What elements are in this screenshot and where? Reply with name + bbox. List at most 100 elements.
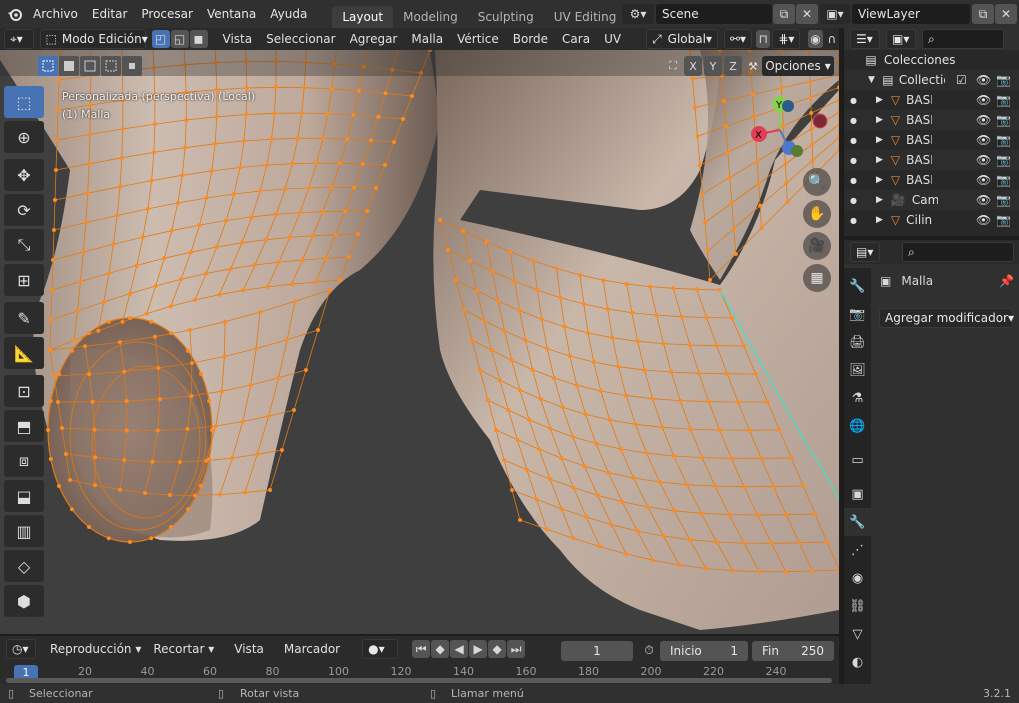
camera-render-icon[interactable]: 📷 [996,193,1011,207]
falloff-curve-icon[interactable]: ∩ [825,30,839,48]
measure-tool-icon[interactable]: 📐 [4,337,44,369]
eye-icon[interactable]: 👁 [976,133,991,147]
particles-tab-icon[interactable]: ⋰ [844,536,871,564]
mirror-z-button[interactable]: Z [724,56,742,76]
output-tab-icon[interactable]: 🖨 [844,328,871,356]
outliner-collection[interactable]: ▼ ▤ Collectio ☑ 👁 📷 [844,70,1019,90]
pivot-dropdown[interactable]: ⚯▾ [723,29,753,49]
orientation-dropdown[interactable]: ⤢ Global ▾ [646,29,718,49]
visibility-dot-icon[interactable]: ● [850,216,876,225]
material-tab-icon[interactable]: ◐ [844,648,871,676]
timeline-ruler[interactable]: 1 20 40 60 80 100 120 140 160 180 200 220 240 [0,662,839,684]
blender-logo-icon[interactable] [4,0,26,28]
vertex-select-icon[interactable]: ◰ [151,30,170,48]
menu-malla[interactable]: Malla [404,32,450,46]
menu-timeline-vista[interactable]: Vista [228,642,270,656]
camera-render-icon[interactable]: 📷 [996,153,1011,167]
menu-reproduccion[interactable]: Reproducción ▾ [44,642,147,656]
tab-sculpting[interactable]: Sculpting [468,6,544,28]
outliner-object[interactable]: ● ▶ 🎥 Cam 👁 📷 [844,190,1019,210]
delete-scene-icon[interactable]: ✕ [796,4,818,24]
transform-tool-icon[interactable]: ⊞ [4,264,44,296]
menu-seleccionar[interactable]: Seleccionar [259,32,342,46]
camera-render-icon[interactable]: 📷 [996,213,1011,227]
eye-icon[interactable]: 👁 [976,173,991,187]
knife-tool-icon[interactable]: ◇ [4,550,44,582]
mirror-options-icon[interactable]: ⛶ [664,56,682,76]
next-keyframe-icon[interactable]: ◆ [488,640,507,658]
menu-uv[interactable]: UV [597,32,628,46]
collection-tab-icon[interactable]: ▭ [844,446,871,474]
scene-name-field[interactable]: Scene [656,4,772,24]
view-layer-tab-icon[interactable]: 🖼 [844,356,871,384]
wrench-icon[interactable]: ⚒ [744,56,762,76]
autokey-dropdown[interactable]: ●▾ [362,639,399,659]
modifier-tab-icon[interactable]: 🔧 [844,508,871,536]
scene-tab-icon[interactable]: ⚗ [844,384,871,412]
zoom-icon[interactable]: 🔍 [803,168,831,196]
camera-render-icon[interactable]: 📷 [996,113,1011,127]
menu-cara[interactable]: Cara [555,32,597,46]
gizmo-neg-z-icon[interactable] [782,100,794,112]
checkbox-icon[interactable]: ☑ [956,73,967,87]
properties-search-input[interactable]: ⌕ [902,242,1014,262]
rotate-tool-icon[interactable]: ⟳ [4,194,44,226]
menu-recortar[interactable]: Recortar ▾ [147,642,220,656]
physics-tab-icon[interactable]: ◉ [844,564,871,592]
loop-cut-tool-icon[interactable]: ▥ [4,515,44,547]
tool-tab-icon[interactable]: 🔧 [844,272,871,300]
snap-target-dropdown[interactable]: ⋕▾ [772,29,801,49]
select-intersect-icon[interactable] [122,56,142,76]
menu-procesar[interactable]: Procesar [134,0,200,28]
pin-icon[interactable]: 📌 [999,274,1014,288]
outliner-object[interactable]: ●▶ ▽ BASE 👁 📷 [844,90,1019,110]
tab-layout[interactable]: Layout [332,6,394,28]
menu-ayuda[interactable]: Ayuda [263,0,314,28]
visibility-dot-icon[interactable]: ● [850,176,876,185]
select-invert-icon[interactable] [101,56,121,76]
eye-icon[interactable]: 👁 [976,73,991,87]
play-reverse-icon[interactable]: ◀ [450,640,469,658]
editor-type-dropdown[interactable]: ⌖▾ [4,29,34,49]
stopwatch-icon[interactable]: ⏱ [640,641,658,659]
outliner-root[interactable]: ▤ Colecciones [844,50,1019,70]
outliner-object[interactable]: ●▶ ▽ BASE 👁 📷 [844,110,1019,130]
camera-render-icon[interactable]: 📷 [996,93,1011,107]
expand-right-icon[interactable]: ▶ [876,135,883,145]
move-tool-icon[interactable]: ✥ [4,159,44,191]
properties-editor-type[interactable]: ▤▾ [850,242,880,262]
eye-icon[interactable]: 👁 [976,193,991,207]
eye-icon[interactable]: 👁 [976,153,991,167]
expand-right-icon[interactable]: ▶ [876,115,883,125]
gizmo-neg-x-icon[interactable] [812,113,828,129]
render-tab-icon[interactable]: 📷 [844,300,871,328]
mirror-y-button[interactable]: Y [704,56,722,76]
new-viewlayer-icon[interactable]: ⧉ [972,4,994,24]
select-box-tool-icon[interactable]: ⬚ [4,86,44,118]
menu-vista[interactable]: Vista [216,32,260,46]
play-icon[interactable]: ▶ [469,640,488,658]
prev-keyframe-icon[interactable]: ◆ [431,640,450,658]
jump-end-icon[interactable]: ⏭ [507,640,526,658]
expand-right-icon[interactable]: ▶ [876,175,883,185]
outliner-object[interactable]: ●▶ ▽ BASE 👁 📷 [844,170,1019,190]
delete-viewlayer-icon[interactable]: ✕ [995,4,1017,24]
new-scene-icon[interactable]: ⧉ [773,4,795,24]
edge-select-icon[interactable]: ◱ [170,30,189,48]
add-cube-tool-icon[interactable]: ⊡ [4,375,44,407]
viewlayer-name-field[interactable]: ViewLayer [852,4,970,24]
annotate-tool-icon[interactable]: ✎ [4,302,44,334]
gizmo-neg-y-icon[interactable] [791,145,803,157]
visibility-dot-icon[interactable]: ● [850,156,876,165]
eye-icon[interactable]: 👁 [976,213,991,227]
scene-selector-button[interactable]: ⚙▾ [622,4,654,24]
select-subtract-icon[interactable] [80,56,100,76]
eye-icon[interactable]: 👁 [976,113,991,127]
extrude-tool-icon[interactable]: ⬒ [4,410,44,442]
display-mode-dropdown[interactable]: ▣▾ [886,29,916,49]
timeline-scrollbar[interactable] [6,678,832,683]
expand-right-icon[interactable]: ▶ [876,95,883,105]
constraints-tab-icon[interactable]: ⛓ [844,592,871,620]
outliner-object[interactable]: ● ▶ ▽ Cilin 👁 📷 [844,210,1019,230]
pan-hand-icon[interactable]: ✋ [803,200,831,228]
